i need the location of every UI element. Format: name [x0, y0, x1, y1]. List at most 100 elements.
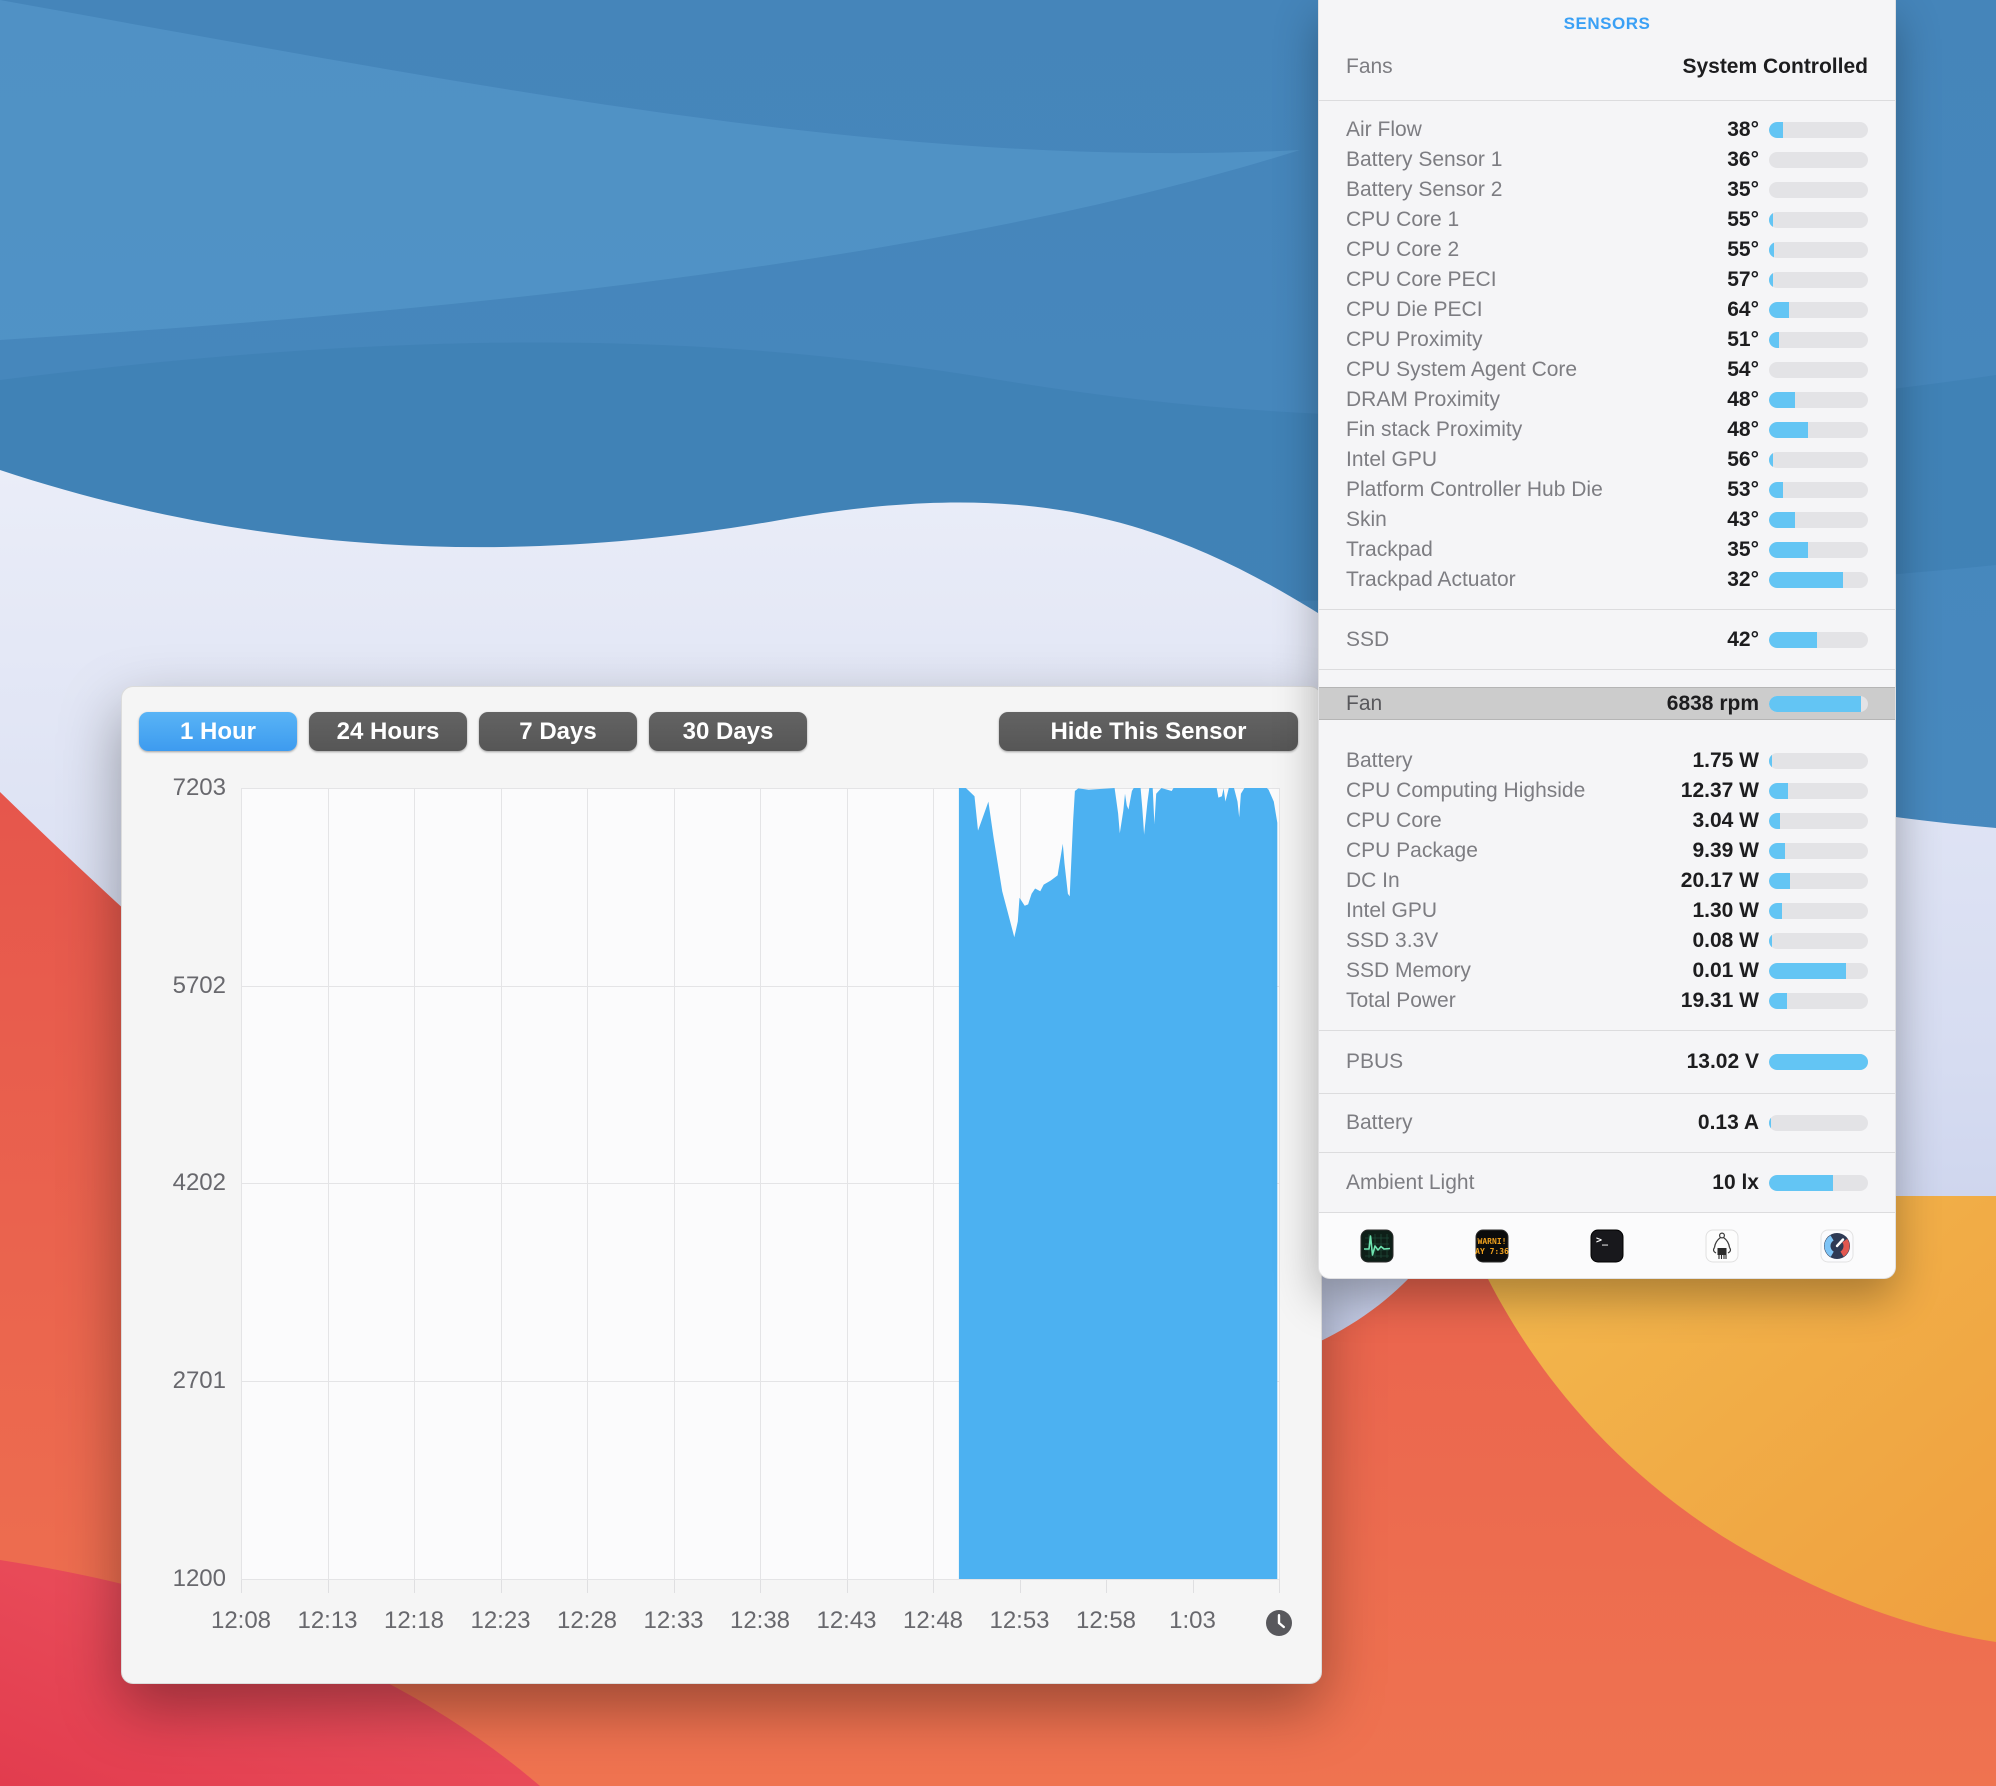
- sensor-bar: [1769, 272, 1868, 288]
- gauge-app-icon[interactable]: [1780, 1229, 1895, 1263]
- temperature-row[interactable]: Intel GPU56°: [1319, 445, 1895, 475]
- sensor-value: 36°: [1727, 148, 1759, 172]
- sensor-value: 56°: [1727, 448, 1759, 472]
- sensor-value: 3.04 W: [1692, 809, 1759, 833]
- sensor-bar: [1769, 753, 1868, 769]
- sensor-value: 43°: [1727, 508, 1759, 532]
- temperature-row[interactable]: CPU Core 155°: [1319, 205, 1895, 235]
- temperature-row[interactable]: CPU Core PECI57°: [1319, 265, 1895, 295]
- temperature-row[interactable]: Platform Controller Hub Die53°: [1319, 475, 1895, 505]
- lcd-warning-app-icon[interactable]: WARNI! AY 7:36: [1434, 1229, 1549, 1263]
- sensors-panel: SENSORS Fans System Controlled Air Flow3…: [1318, 0, 1896, 1279]
- sensor-bar: [1769, 512, 1868, 528]
- terminal-app-icon[interactable]: >_: [1549, 1229, 1664, 1263]
- desktop: 1 Hour 24 Hours 7 Days 30 Days Hide This Se…: [0, 0, 1996, 1786]
- sensor-bar: [1769, 392, 1868, 408]
- temperature-row[interactable]: Air Flow38°: [1319, 115, 1895, 145]
- sensor-value: 19.31 W: [1681, 989, 1759, 1013]
- temperature-row[interactable]: DRAM Proximity48°: [1319, 385, 1895, 415]
- sensor-label: Battery: [1346, 749, 1692, 773]
- sensor-label: CPU Core 2: [1346, 238, 1727, 262]
- svg-text:AY 7:36: AY 7:36: [1475, 1247, 1509, 1256]
- ambient-light-row[interactable]: Ambient Light 10 lx: [1319, 1153, 1895, 1212]
- sensor-label: CPU Core 1: [1346, 208, 1727, 232]
- sensor-bar: [1769, 422, 1868, 438]
- sensor-value: 51°: [1727, 328, 1759, 352]
- fans-label: Fans: [1346, 55, 1393, 79]
- power-row[interactable]: CPU Core3.04 W: [1319, 806, 1895, 836]
- power-row[interactable]: Battery1.75 W: [1319, 746, 1895, 776]
- sensor-label: Trackpad: [1346, 538, 1727, 562]
- sensor-label: Air Flow: [1346, 118, 1727, 142]
- range-button-1-hour[interactable]: 1 Hour: [139, 712, 297, 751]
- sensor-bar: [1769, 152, 1868, 168]
- sensor-value: 48°: [1727, 418, 1759, 442]
- sensor-label: CPU Proximity: [1346, 328, 1727, 352]
- sensor-value: 57°: [1727, 268, 1759, 292]
- temperature-row[interactable]: Fin stack Proximity48°: [1319, 415, 1895, 445]
- sensor-bar: [1769, 212, 1868, 228]
- temperature-row[interactable]: Trackpad Actuator32°: [1319, 565, 1895, 595]
- fan-label: Fan: [1346, 692, 1667, 716]
- power-row[interactable]: Intel GPU1.30 W: [1319, 896, 1895, 926]
- oscilloscope-app-icon[interactable]: [1319, 1229, 1434, 1263]
- temperature-row[interactable]: Battery Sensor 235°: [1319, 175, 1895, 205]
- battery-current-row[interactable]: Battery 0.13 A: [1319, 1094, 1895, 1152]
- sensor-bar: [1769, 963, 1868, 979]
- power-row[interactable]: CPU Computing Highside12.37 W: [1319, 776, 1895, 806]
- sensor-value: 38°: [1727, 118, 1759, 142]
- sensor-value: 48°: [1727, 388, 1759, 412]
- range-button-30-days[interactable]: 30 Days: [649, 712, 807, 751]
- temperature-row[interactable]: Battery Sensor 136°: [1319, 145, 1895, 175]
- y-axis-label: 7203: [134, 774, 226, 802]
- battery-current-bar: [1769, 1115, 1868, 1131]
- sensor-value: 20.17 W: [1681, 869, 1759, 893]
- ambient-light-value: 10 lx: [1712, 1171, 1759, 1195]
- sensor-value: 0.01 W: [1692, 959, 1759, 983]
- sensor-bar: [1769, 873, 1868, 889]
- fan-history-window: 1 Hour 24 Hours 7 Days 30 Days Hide This Se…: [121, 686, 1322, 1684]
- power-row[interactable]: DC In20.17 W: [1319, 866, 1895, 896]
- temperature-row[interactable]: CPU Core 255°: [1319, 235, 1895, 265]
- power-row[interactable]: SSD Memory0.01 W: [1319, 956, 1895, 986]
- ssd-row[interactable]: SSD 42°: [1319, 610, 1895, 669]
- range-button-24-hours[interactable]: 24 Hours: [309, 712, 467, 751]
- temperature-row[interactable]: CPU Proximity51°: [1319, 325, 1895, 355]
- clock-icon: [1265, 1609, 1293, 1637]
- sensor-bar: [1769, 933, 1868, 949]
- fan-rpm-chart: [241, 788, 1279, 1579]
- hide-this-sensor-button[interactable]: Hide This Sensor: [999, 712, 1298, 751]
- sensor-bar: [1769, 843, 1868, 859]
- sensor-label: CPU Die PECI: [1346, 298, 1727, 322]
- fans-mode-row[interactable]: Fans System Controlled: [1319, 34, 1895, 100]
- sensor-value: 64°: [1727, 298, 1759, 322]
- sensor-label: Skin: [1346, 508, 1727, 532]
- ambient-light-bar: [1769, 1175, 1868, 1191]
- time-axis-clock-button[interactable]: [1265, 1609, 1293, 1637]
- sensor-label: Battery Sensor 2: [1346, 178, 1727, 202]
- sensor-bar: [1769, 362, 1868, 378]
- sensor-label: SSD 3.3V: [1346, 929, 1692, 953]
- sensor-bar: [1769, 302, 1868, 318]
- temperature-row[interactable]: CPU Die PECI64°: [1319, 295, 1895, 325]
- panel-footer: WARNI! AY 7:36 >_: [1319, 1213, 1895, 1279]
- power-row[interactable]: Total Power19.31 W: [1319, 986, 1895, 1016]
- temperature-list: Air Flow38°Battery Sensor 136°Battery Se…: [1319, 101, 1895, 609]
- power-row[interactable]: SSD 3.3V0.08 W: [1319, 926, 1895, 956]
- y-axis-label: 5702: [134, 972, 226, 1000]
- temperature-row[interactable]: Trackpad35°: [1319, 535, 1895, 565]
- power-row[interactable]: CPU Package9.39 W: [1319, 836, 1895, 866]
- fan-row-selected[interactable]: Fan 6838 rpm: [1319, 687, 1895, 720]
- fans-mode-value: System Controlled: [1682, 55, 1868, 79]
- pbus-row[interactable]: PBUS 13.02 V: [1319, 1031, 1895, 1093]
- calipers-chip-app-icon[interactable]: [1665, 1229, 1780, 1263]
- pbus-label: PBUS: [1346, 1050, 1687, 1074]
- svg-text:>_: >_: [1596, 1235, 1609, 1246]
- temperature-row[interactable]: Skin43°: [1319, 505, 1895, 535]
- sensor-value: 12.37 W: [1681, 779, 1759, 803]
- sensor-label: Battery Sensor 1: [1346, 148, 1727, 172]
- temperature-row[interactable]: CPU System Agent Core54°: [1319, 355, 1895, 385]
- range-button-7-days[interactable]: 7 Days: [479, 712, 637, 751]
- sensor-bar: [1769, 332, 1868, 348]
- sensor-value: 53°: [1727, 478, 1759, 502]
